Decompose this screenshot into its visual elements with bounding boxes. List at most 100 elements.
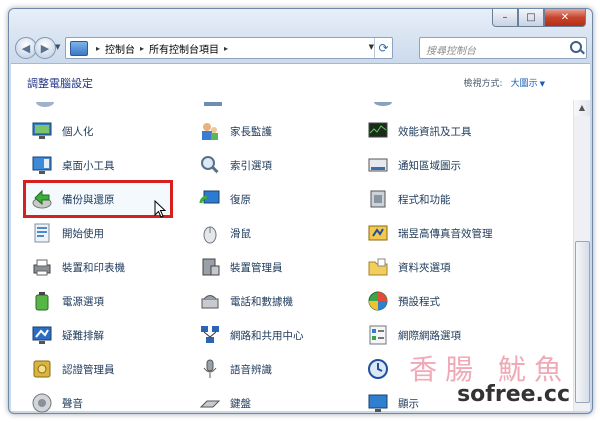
item-credential-manager[interactable]: 認證管理員 (31, 356, 115, 382)
view-by-dropdown[interactable]: 大圖示 (511, 79, 538, 89)
item-network-sharing[interactable]: 網路和共用中心 (199, 322, 304, 348)
programs-icon (370, 190, 386, 208)
backup-restore-icon (32, 189, 52, 209)
item-label: 通知區域圖示 (398, 159, 461, 172)
item-realtek-audio[interactable]: 瑞昱高傳真音效管理 (367, 220, 493, 246)
item-gadgets[interactable]: 桌面小工具 (31, 152, 115, 178)
phone-modem-icon (201, 295, 219, 309)
maximize-button[interactable]: □ (518, 9, 544, 27)
getting-started-icon (34, 223, 50, 243)
audio-manager-icon (368, 225, 388, 241)
partial-icon (374, 102, 392, 106)
watermark: 香腸 魷魚 sofree.cc (409, 348, 570, 407)
item-label: 網路和共用中心 (230, 329, 304, 342)
item-programs-features[interactable]: 程式和功能 (367, 186, 451, 212)
item-label: 認證管理員 (62, 363, 115, 376)
item-default-programs[interactable]: 預設程式 (367, 288, 440, 314)
item-label: 網際網路選項 (398, 329, 461, 342)
item-parental-controls[interactable]: 家長監護 (199, 118, 272, 144)
chevron-down-icon[interactable]: ▼ (540, 80, 545, 88)
item-label: 效能資訊及工具 (398, 125, 472, 138)
item-troubleshooting[interactable]: 疑難排解 (31, 322, 104, 348)
item-folder-options[interactable]: 資料夾選項 (367, 254, 451, 280)
chevron-right-icon[interactable]: ▸ (140, 44, 144, 53)
item-mouse[interactable]: 滑鼠 (199, 220, 251, 246)
item-label: 個人化 (62, 125, 94, 138)
control-panel-icon (70, 40, 88, 56)
vertical-scrollbar[interactable]: ▲ (573, 100, 590, 411)
breadcrumb-control-panel[interactable]: 控制台 (105, 41, 135, 56)
item-label: 復原 (230, 193, 251, 206)
item-devices-printers[interactable]: 裝置和印表機 (31, 254, 125, 280)
chevron-right-icon[interactable]: ▸ (224, 44, 228, 53)
battery-icon (35, 292, 49, 311)
item-indexing-options[interactable]: 索引選項 (199, 152, 272, 178)
control-panel-window: – □ ✕ ◀ ▶ ▼ ▸ 控制台 ▸ 所有控制台項目 ▸ ▼ ⟳ 搜尋控制台 … (8, 8, 593, 414)
chevron-right-icon[interactable]: ▸ (96, 44, 100, 53)
search-icon[interactable] (570, 41, 582, 53)
item-label: 滑鼠 (230, 227, 251, 240)
item-label: 電話和數據機 (230, 295, 293, 308)
item-recovery[interactable]: 復原 (199, 186, 251, 212)
forward-arrow-icon[interactable]: ▶ (34, 37, 56, 59)
internet-options-icon (369, 325, 387, 345)
item-notification-icons[interactable]: 通知區域圖示 (367, 152, 461, 178)
scroll-thumb[interactable] (575, 241, 590, 403)
page-title: 調整電腦設定 (27, 77, 93, 90)
item-backup-restore[interactable]: 備份與還原 (31, 186, 115, 212)
item-internet-options[interactable]: 網際網路選項 (367, 322, 461, 348)
recent-pages-dropdown[interactable]: ▼ (55, 43, 60, 51)
search-input[interactable]: 搜尋控制台 (426, 42, 476, 57)
item-label: 電源選項 (62, 295, 104, 308)
clock-globe-icon (368, 359, 388, 379)
magnifier-icon (201, 156, 219, 174)
item-sound[interactable]: 聲音 (31, 390, 83, 413)
item-label: 裝置和印表機 (62, 261, 125, 274)
keyboard-icon (199, 400, 221, 408)
minimize-button[interactable]: – (492, 9, 518, 27)
refresh-icon[interactable]: ⟳ (374, 38, 392, 58)
mouse-icon (203, 226, 217, 244)
item-label: 索引選項 (230, 159, 272, 172)
item-keyboard[interactable]: 鍵盤 (199, 390, 251, 413)
address-bar[interactable]: ▸ 控制台 ▸ 所有控制台項目 ▸ ▼ ⟳ (65, 37, 393, 59)
desktop-gadgets-icon (32, 156, 52, 174)
content-area: 調整電腦設定 檢視方式: 大圖示 ▼ 個人化 桌面小工具 備份與還原 開始使用 裝置… (11, 63, 590, 413)
printer-icon (33, 259, 51, 276)
partial-icon (36, 102, 54, 107)
item-label: 疑難排解 (62, 329, 104, 342)
item-power-options[interactable]: 電源選項 (31, 288, 104, 314)
device-manager-icon (202, 258, 220, 276)
item-speech-recognition[interactable]: 語音辨識 (199, 356, 272, 382)
scroll-up-arrow-icon[interactable]: ▲ (574, 100, 590, 116)
search-box[interactable]: 搜尋控制台 (419, 37, 587, 59)
vault-icon (33, 360, 51, 378)
parental-controls-icon (202, 123, 218, 140)
item-performance-info[interactable]: 效能資訊及工具 (367, 118, 472, 144)
item-label: 鍵盤 (230, 397, 251, 410)
partial-icon (204, 102, 222, 106)
breadcrumb-all-items[interactable]: 所有控制台項目 (149, 41, 219, 56)
caption-buttons: – □ ✕ (492, 9, 586, 27)
network-icon (201, 326, 219, 343)
item-getting-started[interactable]: 開始使用 (31, 220, 104, 246)
item-label: 裝置管理員 (230, 261, 283, 274)
mouse-cursor-icon (154, 200, 166, 218)
item-phone-modem[interactable]: 電話和數據機 (199, 288, 293, 314)
item-label: 開始使用 (62, 227, 104, 240)
performance-icon (368, 122, 388, 138)
folder-icon (368, 258, 388, 276)
default-programs-icon (368, 291, 388, 311)
item-label: 桌面小工具 (62, 159, 115, 172)
item-label: 語音辨識 (230, 363, 272, 376)
item-personalization[interactable]: 個人化 (31, 118, 94, 144)
item-device-manager[interactable]: 裝置管理員 (199, 254, 283, 280)
item-label: 程式和功能 (398, 193, 451, 206)
item-partial-hidden[interactable] (367, 356, 398, 382)
view-by: 檢視方式: 大圖示 ▼ (464, 76, 545, 89)
close-button[interactable]: ✕ (544, 9, 586, 27)
item-label: 備份與還原 (62, 193, 115, 206)
speaker-icon (32, 393, 52, 413)
troubleshooting-icon (32, 326, 52, 344)
display-icon (368, 394, 388, 412)
